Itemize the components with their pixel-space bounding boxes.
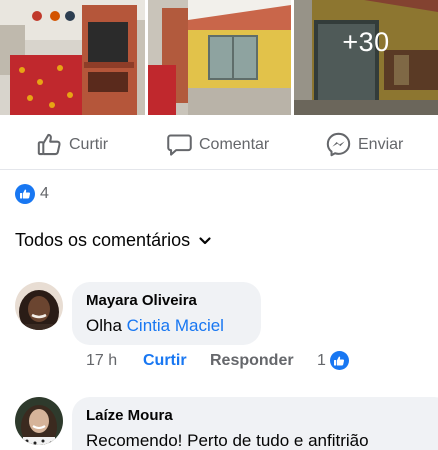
send-button-label: Enviar: [358, 135, 404, 153]
photo-gallery: +30: [0, 0, 438, 115]
send-button[interactable]: Enviar: [325, 131, 403, 158]
like-reaction-icon: [329, 351, 349, 370]
mention-link[interactable]: Cintia Maciel: [127, 316, 224, 335]
more-photos-count: +30: [342, 27, 390, 57]
speech-bubble-icon: [167, 134, 192, 156]
like-button-label: Curtir: [69, 135, 109, 153]
reaction-count: 4: [40, 185, 49, 202]
like-reaction-icon: [15, 184, 35, 204]
comment-bubble: Laíze Moura Recomendo! Perto de tudo e a…: [72, 397, 438, 450]
comment-meta: 17 h Curtir Responder 1: [86, 350, 366, 372]
chevron-down-icon: [199, 236, 211, 244]
photo-house-exterior[interactable]: [148, 0, 291, 115]
photo-barbecue-area[interactable]: [0, 0, 145, 115]
comment-reply-button[interactable]: Responder: [210, 352, 294, 370]
comment-author[interactable]: Mayara Oliveira: [86, 292, 247, 310]
comment-reaction-count[interactable]: 1: [317, 351, 349, 370]
avatar[interactable]: [15, 282, 63, 330]
comment-timestamp[interactable]: 17 h: [86, 352, 143, 370]
comment-author[interactable]: Laíze Moura: [86, 407, 438, 425]
comment-like-count: 1: [317, 351, 326, 369]
comment-button[interactable]: Comentar: [166, 131, 269, 158]
comment-text: Recomendo! Perto de tudo e anfitrião: [86, 431, 369, 450]
comment-bubble: Mayara Oliveira Olha Cintia Maciel: [72, 282, 261, 345]
comment-button-label: Comentar: [199, 135, 270, 153]
thumbs-up-icon: [37, 133, 61, 156]
reaction-summary[interactable]: 4: [15, 184, 49, 204]
comment-like-button[interactable]: Curtir: [143, 352, 210, 370]
comments-filter-label: Todos os comentários: [15, 230, 191, 250]
comments-filter-dropdown[interactable]: Todos os comentários: [15, 230, 212, 251]
post-action-bar: Curtir Comentar Enviar: [0, 115, 438, 170]
avatar[interactable]: [15, 397, 63, 445]
messenger-icon: [326, 132, 351, 157]
like-button[interactable]: Curtir: [36, 131, 108, 158]
comment-text-prefix: Olha: [86, 316, 127, 335]
photo-more-images[interactable]: +30: [294, 0, 438, 115]
comment-text: Olha Cintia Maciel: [86, 315, 247, 337]
